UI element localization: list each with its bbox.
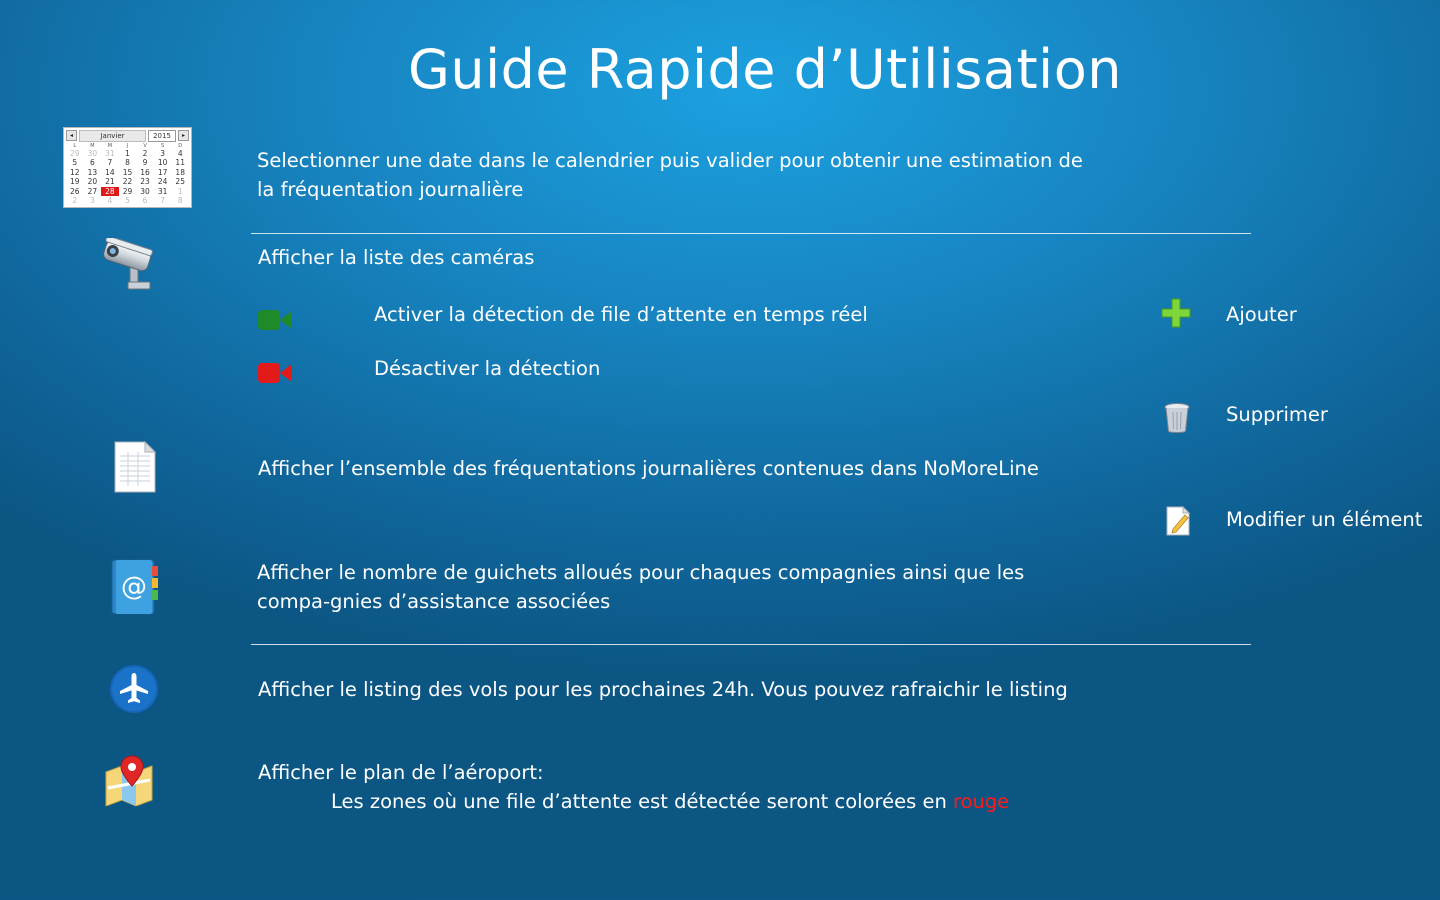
calendar-day[interactable]: 8 [119, 158, 137, 167]
calendar-day[interactable]: 1 [171, 187, 189, 196]
calendar-day[interactable]: 15 [119, 168, 137, 177]
calendar-day[interactable]: 31 [101, 149, 119, 158]
calendar-day[interactable]: 18 [171, 168, 189, 177]
map-zones-description: Les zones où une file d’attente est déte… [331, 787, 1009, 816]
add-label: Ajouter [1226, 303, 1297, 326]
svg-text:@: @ [121, 572, 147, 602]
calendar-widget[interactable]: ◂ Janvier 2015 ▸ L M M J V S D 29 30 31 1 2 3 4 5 6 7 8 9 1… [63, 127, 192, 208]
deactivate-detection-label: Désactiver la détection [374, 357, 601, 380]
calendar-day[interactable]: 4 [101, 196, 119, 205]
calendar-day[interactable]: 25 [171, 177, 189, 186]
calendar-day[interactable]: 26 [66, 187, 84, 196]
map-zones-red-word: rouge [953, 790, 1010, 813]
calendar-day[interactable]: 12 [66, 168, 84, 177]
calendar-header: ◂ Janvier 2015 ▸ [64, 128, 191, 143]
calendar-day[interactable]: 3 [154, 149, 172, 158]
calendar-day[interactable]: 8 [171, 196, 189, 205]
calendar-year[interactable]: 2015 [148, 129, 176, 142]
calendar-day[interactable]: 29 [119, 187, 137, 196]
calendar-day[interactable]: 22 [119, 177, 137, 186]
activate-detection-label: Activer la détection de file d’attente e… [374, 303, 868, 326]
calendar-day[interactable]: 9 [136, 158, 154, 167]
calendar-day[interactable]: 23 [136, 177, 154, 186]
calendar-description: Selectionner une date dans le calendrier… [257, 149, 1083, 201]
frequentations-description: Afficher l’ensemble des fréquentations j… [258, 457, 1039, 480]
calendar-day[interactable]: 10 [154, 158, 172, 167]
calendar-day[interactable]: 4 [171, 149, 189, 158]
delete-label: Supprimer [1226, 403, 1328, 426]
calendar-day-selected[interactable]: 28 [101, 186, 119, 197]
security-camera-icon [100, 235, 156, 296]
calendar-day[interactable]: 20 [84, 177, 102, 186]
calendar-day[interactable]: 16 [136, 168, 154, 177]
calendar-day[interactable]: 24 [154, 177, 172, 186]
calendar-day[interactable]: 19 [66, 177, 84, 186]
calendar-prev-button[interactable]: ◂ [66, 130, 77, 141]
calendar-day[interactable]: 17 [154, 168, 172, 177]
airplane-icon [109, 664, 159, 718]
trash-icon[interactable] [1163, 402, 1191, 438]
calendar-day[interactable]: 30 [84, 149, 102, 158]
video-camera-green-icon[interactable] [257, 308, 293, 336]
calendar-grid: L M M J V S D 29 30 31 1 2 3 4 5 6 7 8 9 10 11 12 13 14 15 16 17 18… [64, 143, 191, 205]
document-icon [113, 440, 157, 498]
calendar-day[interactable]: 3 [84, 196, 102, 205]
calendar-day[interactable]: 31 [154, 187, 172, 196]
calendar-day[interactable]: 30 [136, 187, 154, 196]
video-camera-red-icon[interactable] [257, 361, 293, 389]
calendar-day[interactable]: 6 [84, 158, 102, 167]
calendar-day[interactable]: 1 [119, 149, 137, 158]
map-zones-text: Les zones où une file d’attente est déte… [331, 790, 947, 813]
flights-description: Afficher le listing des vols pour les pr… [258, 678, 1068, 701]
calendar-day[interactable]: 5 [66, 158, 84, 167]
cameras-description: Afficher la liste des caméras [258, 246, 535, 269]
calendar-day[interactable]: 5 [119, 196, 137, 205]
calendar-day[interactable]: 2 [66, 196, 84, 205]
calendar-day[interactable]: 11 [171, 158, 189, 167]
divider [251, 233, 1251, 234]
calendar-day[interactable]: 7 [101, 158, 119, 167]
map-description: Afficher le plan de l’aéroport: [258, 761, 544, 784]
edit-note-icon[interactable] [1165, 505, 1193, 541]
map-pin-icon [104, 754, 156, 810]
calendar-day[interactable]: 6 [136, 196, 154, 205]
calendar-day[interactable]: 27 [84, 187, 102, 196]
calendar-day[interactable]: 29 [66, 149, 84, 158]
edit-label: Modifier un élément [1226, 508, 1423, 531]
plus-icon[interactable] [1161, 298, 1191, 332]
address-book-icon: @ [108, 558, 160, 620]
calendar-day[interactable]: 7 [154, 196, 172, 205]
calendar-day[interactable]: 2 [136, 149, 154, 158]
calendar-day[interactable]: 21 [101, 177, 119, 186]
calendar-day[interactable]: 13 [84, 168, 102, 177]
page-title: Guide Rapide d’Utilisation [408, 38, 1122, 101]
guichets-description: Afficher le nombre de guichets alloués p… [257, 561, 1025, 613]
divider [251, 644, 1251, 645]
calendar-next-button[interactable]: ▸ [178, 130, 189, 141]
calendar-day[interactable]: 14 [101, 168, 119, 177]
calendar-month[interactable]: Janvier [79, 129, 146, 142]
